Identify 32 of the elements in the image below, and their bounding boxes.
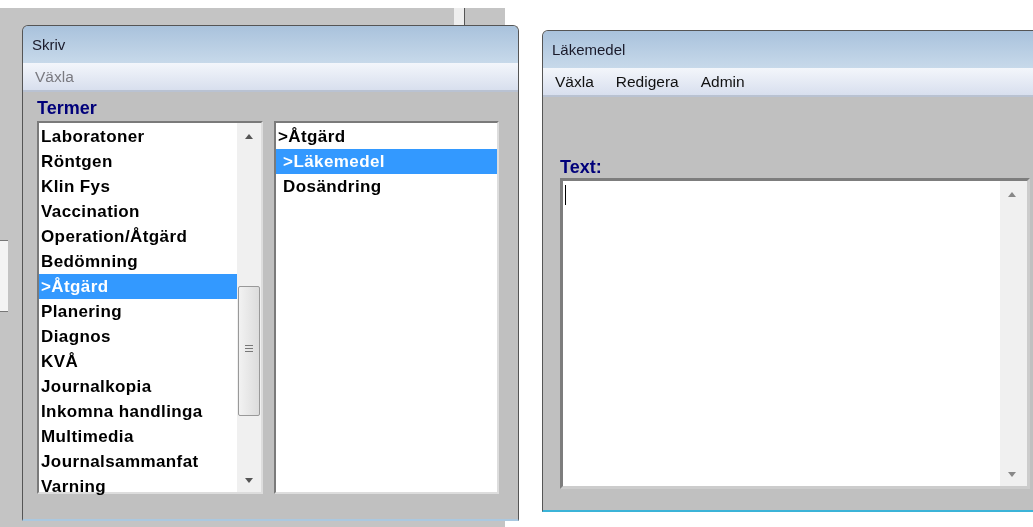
background-panel xyxy=(0,240,8,312)
scroll-up-icon[interactable] xyxy=(245,134,253,139)
text-field[interactable] xyxy=(560,178,1030,489)
list-item[interactable]: Journalsammanfat xyxy=(39,449,237,474)
list-item[interactable]: Operation/Åtgärd xyxy=(39,224,237,249)
list-item[interactable]: Röntgen xyxy=(39,149,237,174)
menu-item[interactable]: Redigera xyxy=(615,72,679,91)
menu-item[interactable]: Admin xyxy=(700,72,745,91)
list-item[interactable]: Diagnos xyxy=(39,324,237,349)
list-item[interactable]: >Åtgärd xyxy=(276,124,497,149)
list-item[interactable]: Klin Fys xyxy=(39,174,237,199)
list-item[interactable]: Planering xyxy=(39,299,237,324)
field-label: Text: xyxy=(560,157,602,178)
list-item[interactable]: Journalkopia xyxy=(39,374,237,399)
list-item[interactable]: Dosändring xyxy=(276,174,497,199)
list-item[interactable]: Bedömning xyxy=(39,249,237,274)
list-item[interactable]: KVÅ xyxy=(39,349,237,374)
list-item[interactable]: Vaccination xyxy=(39,199,237,224)
scroll-down-icon[interactable] xyxy=(1008,472,1016,477)
scroll-up-icon[interactable] xyxy=(1008,192,1016,197)
list-item[interactable]: Laboratoner xyxy=(39,124,237,149)
window-title: Skriv xyxy=(32,36,66,53)
list-item[interactable]: Varning xyxy=(39,474,237,499)
grip-icon xyxy=(245,345,253,352)
list-item[interactable]: Multimedia xyxy=(39,424,237,449)
menu-item[interactable]: Växla xyxy=(555,72,594,91)
scroll-thumb[interactable] xyxy=(238,286,260,416)
scroll-down-icon[interactable] xyxy=(245,478,253,483)
window-title: Läkemedel xyxy=(552,41,626,58)
section-label: Termer xyxy=(37,98,97,119)
scrollbar[interactable] xyxy=(237,123,261,492)
list-item[interactable]: Inkomna handlinga xyxy=(39,399,237,424)
